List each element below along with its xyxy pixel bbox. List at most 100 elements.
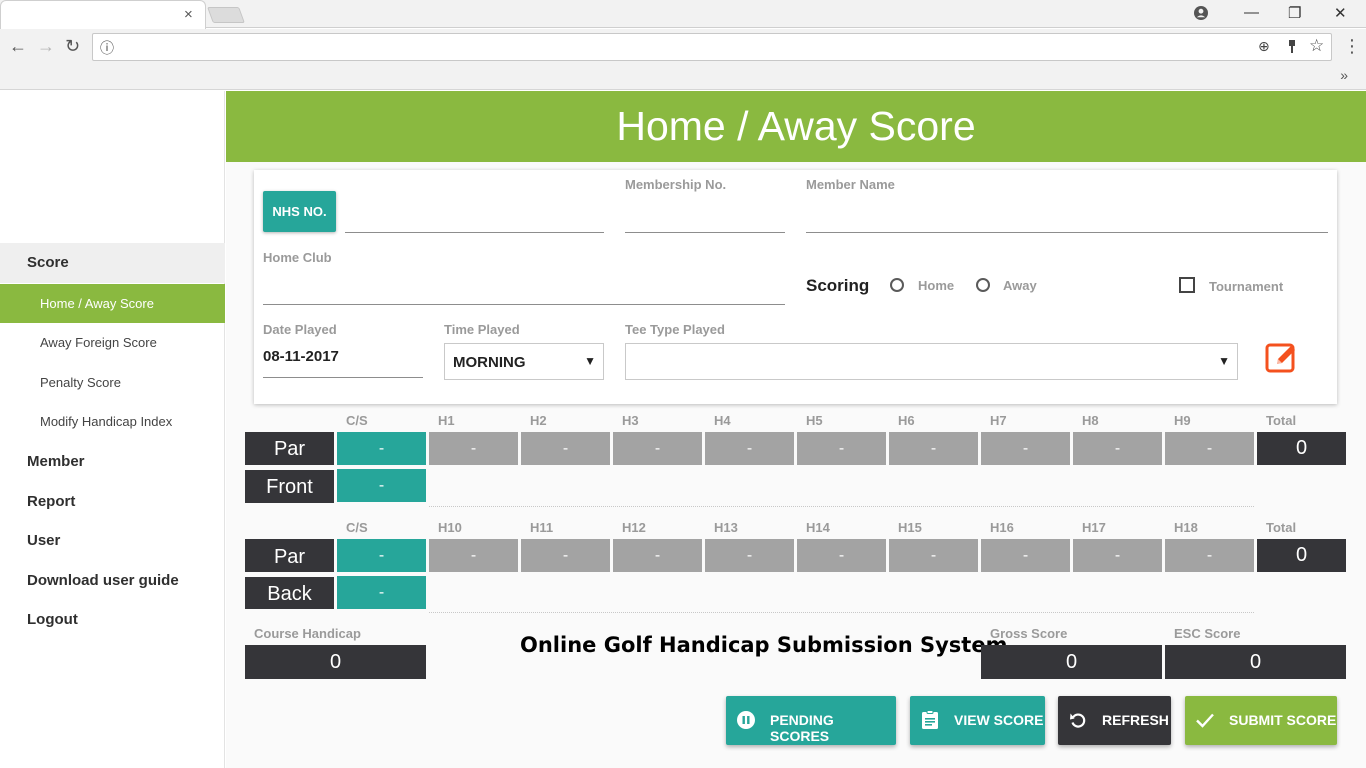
- hole-header-h5: H5: [806, 413, 823, 428]
- sidebar-group-logout[interactable]: Logout: [0, 600, 225, 640]
- hole-header-h12: H12: [622, 520, 646, 535]
- back-par-cs-cell[interactable]: -: [337, 539, 426, 572]
- sidebar-group-user[interactable]: User: [0, 521, 225, 561]
- front-par-cs-cell[interactable]: -: [337, 432, 426, 465]
- time-played-value: MORNING: [453, 354, 526, 371]
- radio-home-label[interactable]: Home: [918, 278, 954, 293]
- forward-icon[interactable]: →: [37, 36, 55, 57]
- refresh-label: REFRESH: [1102, 712, 1169, 728]
- hole-header-h4: H4: [714, 413, 731, 428]
- home-club-underline: [263, 304, 785, 305]
- tournament-label[interactable]: Tournament: [1209, 279, 1283, 294]
- browser-tab-active[interactable]: ×: [0, 0, 206, 29]
- back-score-cs-cell[interactable]: -: [337, 576, 426, 609]
- sidebar: Score Home / Away Score Away Foreign Sco…: [0, 91, 225, 768]
- front-score-cs-cell[interactable]: -: [337, 469, 426, 502]
- back-icon[interactable]: ←: [9, 36, 27, 57]
- date-played-input[interactable]: 08-11-2017: [263, 348, 339, 365]
- par-cell-h7[interactable]: -: [981, 432, 1070, 465]
- sidebar-group-download-guide[interactable]: Download user guide: [0, 561, 225, 601]
- sidebar-group-member[interactable]: Member: [0, 442, 225, 482]
- hole-header-h7: H7: [990, 413, 1007, 428]
- system-title: Online Golf Handicap Submission System: [520, 633, 1008, 657]
- hole-header-h18: H18: [1174, 520, 1198, 535]
- member-name-underline: [806, 232, 1328, 233]
- restore-icon[interactable]: ❐: [1288, 4, 1301, 22]
- sidebar-item-penalty-score[interactable]: Penalty Score: [0, 363, 225, 402]
- sidebar-item-modify-handicap-index[interactable]: Modify Handicap Index: [0, 402, 225, 441]
- time-played-select[interactable]: MORNING ▼: [444, 343, 604, 380]
- close-window-icon[interactable]: ✕: [1334, 4, 1347, 22]
- sidebar-item-away-foreign-score[interactable]: Away Foreign Score: [0, 323, 225, 362]
- par-cell-h9[interactable]: -: [1165, 432, 1254, 465]
- pin-icon[interactable]: [1286, 40, 1298, 54]
- member-name-input[interactable]: [806, 208, 1328, 232]
- par-cell-h11[interactable]: -: [521, 539, 610, 572]
- hole-header-h17: H17: [1082, 520, 1106, 535]
- view-score-button[interactable]: VIEW SCORE: [910, 696, 1045, 745]
- reload-icon[interactable]: ↻: [65, 36, 80, 57]
- hole-header-h11: H11: [530, 520, 554, 535]
- hole-header-h1: H1: [438, 413, 455, 428]
- profile-icon[interactable]: [1194, 6, 1208, 20]
- sidebar-item-home-away-score[interactable]: Home / Away Score: [0, 284, 225, 323]
- front-par-label: Par: [245, 432, 334, 465]
- gross-score-label: Gross Score: [990, 626, 1068, 641]
- tournament-checkbox[interactable]: [1179, 277, 1195, 293]
- bookmarks-bar: »: [0, 66, 1366, 90]
- tee-type-select[interactable]: ▼: [625, 343, 1238, 380]
- refresh-button[interactable]: REFRESH: [1058, 696, 1171, 745]
- radio-away[interactable]: [976, 278, 990, 292]
- hole-header-h16: H16: [990, 520, 1014, 535]
- radio-home[interactable]: [890, 278, 904, 292]
- new-tab-button[interactable]: [207, 7, 245, 23]
- sidebar-group-score[interactable]: Score: [0, 243, 225, 283]
- member-name-label: Member Name: [806, 177, 895, 192]
- par-cell-h6[interactable]: -: [889, 432, 978, 465]
- bookmarks-overflow-icon[interactable]: »: [1340, 67, 1348, 83]
- par-cell-h3[interactable]: -: [613, 432, 702, 465]
- front-cs-header: C/S: [346, 413, 368, 428]
- submit-score-label: SUBMIT SCORE: [1229, 712, 1337, 728]
- site-info-icon[interactable]: ⓘ: [100, 38, 114, 58]
- par-cell-h4[interactable]: -: [705, 432, 794, 465]
- membership-no-underline: [625, 232, 785, 233]
- date-played-label: Date Played: [263, 322, 337, 337]
- par-cell-h17[interactable]: -: [1073, 539, 1162, 572]
- edit-icon[interactable]: [1265, 341, 1298, 374]
- par-cell-h16[interactable]: -: [981, 539, 1070, 572]
- address-bar[interactable]: ⓘ ⊕ ☆: [92, 33, 1332, 61]
- par-cell-h12[interactable]: -: [613, 539, 702, 572]
- submit-score-button[interactable]: SUBMIT SCORE: [1185, 696, 1337, 745]
- back-par-label: Par: [245, 539, 334, 572]
- zoom-icon[interactable]: ⊕: [1258, 38, 1270, 55]
- tab-close-icon[interactable]: ×: [184, 6, 193, 23]
- bookmark-star-icon[interactable]: ☆: [1309, 36, 1324, 56]
- par-cell-h15[interactable]: -: [889, 539, 978, 572]
- browser-menu-icon[interactable]: ⋮: [1343, 36, 1361, 57]
- par-cell-h5[interactable]: -: [797, 432, 886, 465]
- nhs-no-underline: [345, 232, 604, 233]
- par-cell-h10[interactable]: -: [429, 539, 518, 572]
- pending-scores-button[interactable]: PENDING SCORES: [726, 696, 896, 745]
- par-cell-h14[interactable]: -: [797, 539, 886, 572]
- view-score-label: VIEW SCORE: [954, 712, 1044, 728]
- pause-circle-icon: [737, 711, 755, 729]
- pending-scores-label: PENDING SCORES: [770, 712, 834, 744]
- score-form-card: NHS NO. Membership No. Member Name Home …: [254, 170, 1337, 404]
- par-cell-h13[interactable]: -: [705, 539, 794, 572]
- par-cell-h2[interactable]: -: [521, 432, 610, 465]
- nhs-no-input[interactable]: [345, 208, 604, 232]
- home-club-input[interactable]: [263, 280, 785, 304]
- membership-no-input[interactable]: [625, 208, 785, 232]
- nhs-no-button[interactable]: NHS NO.: [263, 191, 336, 232]
- par-cell-h1[interactable]: -: [429, 432, 518, 465]
- browser-tabstrip: × — ❐ ✕: [0, 0, 1366, 29]
- sidebar-group-report[interactable]: Report: [0, 482, 225, 522]
- radio-away-label[interactable]: Away: [1003, 278, 1037, 293]
- par-cell-h8[interactable]: -: [1073, 432, 1162, 465]
- minimize-icon[interactable]: —: [1244, 4, 1259, 21]
- hole-header-h15: H15: [898, 520, 922, 535]
- par-cell-h18[interactable]: -: [1165, 539, 1254, 572]
- esc-score-value: 0: [1165, 645, 1346, 679]
